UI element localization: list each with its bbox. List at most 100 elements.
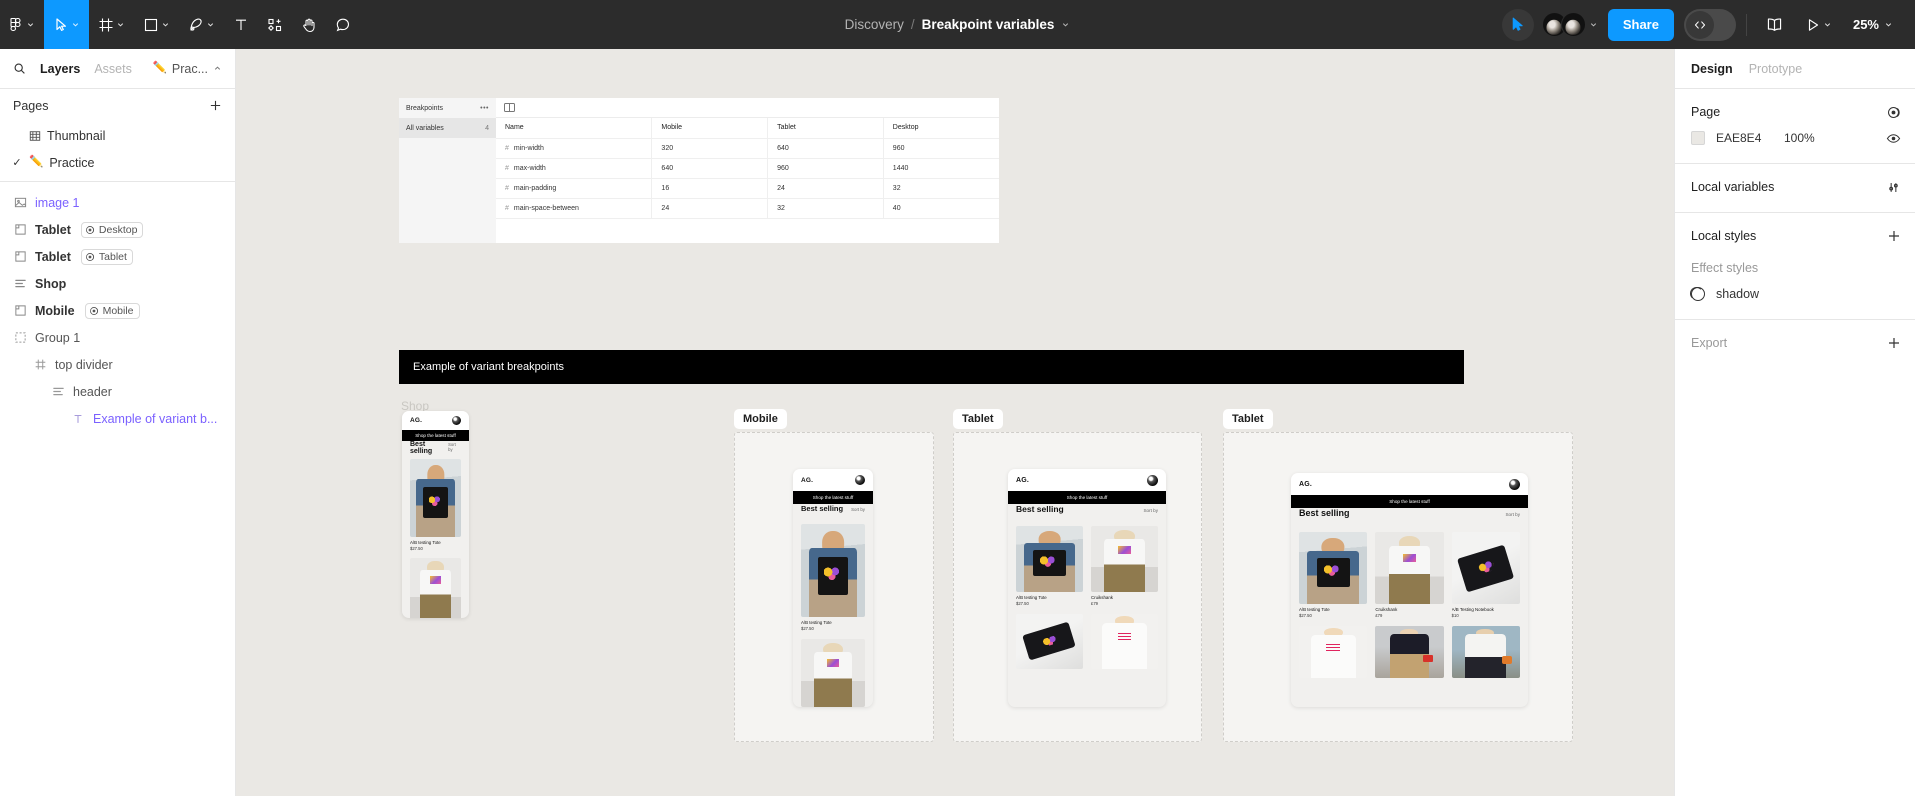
fill-hex-value[interactable]: EAE8E4 xyxy=(1716,131,1784,145)
variable-value-mobile[interactable]: 24 xyxy=(651,198,769,219)
chevron-down-icon[interactable] xyxy=(1061,20,1070,29)
layer-row[interactable]: Example of variant b... xyxy=(0,405,235,432)
chevron-down-icon[interactable] xyxy=(1589,20,1598,29)
layer-row[interactable]: Tablet Tablet xyxy=(0,243,235,270)
variable-value-desktop[interactable]: 40 xyxy=(883,198,999,219)
apply-variable-button[interactable] xyxy=(1886,105,1901,120)
zoom-level-button[interactable]: 25% xyxy=(1845,9,1901,41)
product-card[interactable]: A/B testing Tote $27.50 xyxy=(1016,526,1083,606)
fill-opacity-value[interactable]: 100% xyxy=(1784,131,1815,145)
main-menu-button[interactable] xyxy=(0,0,44,49)
library-button[interactable] xyxy=(1757,0,1792,49)
collection-header[interactable]: Breakpoints ••• xyxy=(399,98,496,118)
add-page-icon[interactable] xyxy=(209,99,222,112)
variable-value-mobile[interactable]: 16 xyxy=(651,178,769,199)
product-card[interactable] xyxy=(1091,613,1158,669)
fill-color-swatch[interactable] xyxy=(1691,131,1705,145)
tab-layers[interactable]: Layers xyxy=(40,62,80,76)
tab-assets[interactable]: Assets xyxy=(94,62,132,76)
share-button[interactable]: Share xyxy=(1607,8,1674,41)
layer-row[interactable]: image 1 xyxy=(0,189,235,216)
product-card[interactable] xyxy=(1451,625,1520,678)
local-variables-header[interactable]: Local variables xyxy=(1675,174,1915,200)
table-row[interactable]: # min-width 320 640 960 xyxy=(496,138,999,159)
collaborator-avatars[interactable] xyxy=(1538,12,1598,37)
table-row[interactable]: # main-padding 16 24 32 xyxy=(496,178,999,199)
breadcrumb-parent[interactable]: Discovery xyxy=(845,17,904,32)
breadcrumb-current[interactable]: Breakpoint variables xyxy=(922,17,1055,32)
layer-row[interactable]: Group 1 xyxy=(0,324,235,351)
sort-by-label[interactable]: Sort by xyxy=(1505,512,1520,517)
variable-value-desktop[interactable]: 32 xyxy=(883,178,999,199)
variable-value-tablet[interactable]: 32 xyxy=(767,198,884,219)
variable-value-desktop[interactable]: 1440 xyxy=(883,158,999,179)
variant-badge[interactable]: Tablet xyxy=(80,248,133,265)
variant-badge[interactable]: Mobile xyxy=(84,302,140,319)
product-card[interactable]: Cruikshank £79 xyxy=(1375,532,1444,618)
avatar[interactable] xyxy=(1560,12,1586,37)
design-canvas[interactable]: Breakpoints ••• All variables 4 Name Mob… xyxy=(236,49,1674,796)
toggle-fill-visibility-button[interactable] xyxy=(1886,131,1901,146)
frame-tool-button[interactable] xyxy=(89,0,134,49)
move-tool-button[interactable] xyxy=(44,0,89,49)
sort-by-label[interactable]: Sort by xyxy=(1143,508,1158,513)
variable-value-tablet[interactable]: 24 xyxy=(767,178,884,199)
layer-row[interactable]: Tablet Desktop xyxy=(0,216,235,243)
product-card[interactable]: Cruikshank £79 xyxy=(410,557,461,618)
shop-mockup-desktop[interactable]: AG. Shop the latest stuff Best selling S… xyxy=(1291,473,1528,707)
layer-row[interactable]: Shop xyxy=(0,270,235,297)
table-row[interactable]: # max-width 640 960 1440 xyxy=(496,158,999,179)
product-card[interactable] xyxy=(1016,613,1083,669)
product-card[interactable] xyxy=(1375,625,1444,678)
layer-row[interactable]: Mobile Mobile xyxy=(0,297,235,324)
collection-menu-icon[interactable]: ••• xyxy=(480,105,489,112)
shop-mockup-standalone[interactable]: AG. Shop the latest stuff Best selling S… xyxy=(402,411,469,618)
add-style-button[interactable] xyxy=(1887,229,1901,243)
variables-table-card[interactable]: Breakpoints ••• All variables 4 Name Mob… xyxy=(399,98,999,243)
product-card[interactable]: A/B Testing Notebook $10 xyxy=(1451,532,1520,618)
layer-row[interactable]: header xyxy=(0,378,235,405)
dev-mode-toggle[interactable] xyxy=(1683,8,1736,41)
sort-by-label[interactable]: Sort by xyxy=(851,507,865,512)
comment-tool-button[interactable] xyxy=(326,0,360,49)
frame-label-tablet-1[interactable]: Tablet xyxy=(953,409,1003,429)
page-fill-row[interactable]: EAE8E4 100% xyxy=(1675,125,1915,151)
shop-mockup-tablet[interactable]: AG. Shop the latest stuff Best selling S… xyxy=(1008,469,1166,707)
variables-group-all[interactable]: All variables 4 xyxy=(399,118,496,138)
product-card[interactable] xyxy=(801,638,865,707)
add-export-button[interactable] xyxy=(1887,336,1901,350)
example-banner[interactable]: Example of variant breakpoints xyxy=(399,350,1464,384)
resources-tool-button[interactable] xyxy=(258,0,292,49)
product-card[interactable]: Cruikshank £79 xyxy=(1091,526,1158,606)
table-row[interactable]: # main-space-between 24 32 40 xyxy=(496,198,999,219)
present-button[interactable] xyxy=(1796,0,1841,49)
shape-tool-button[interactable] xyxy=(134,0,179,49)
shop-mockup-mobile[interactable]: AG. Shop the latest stuff Best selling S… xyxy=(793,469,873,707)
search-icon[interactable] xyxy=(13,62,26,75)
variable-value-tablet[interactable]: 640 xyxy=(767,138,884,159)
layer-row[interactable]: top divider xyxy=(0,351,235,378)
cursor-presence-button[interactable] xyxy=(1501,8,1534,41)
variant-badge[interactable]: Desktop xyxy=(80,221,144,238)
file-name-button[interactable]: ✏️ Prac... xyxy=(153,62,222,76)
page-item-thumbnail[interactable]: Thumbnail xyxy=(0,122,235,149)
product-card[interactable]: A/B testing Tote $27.50 xyxy=(801,524,865,631)
variable-value-mobile[interactable]: 320 xyxy=(651,138,769,159)
pen-tool-button[interactable] xyxy=(179,0,224,49)
variable-value-desktop[interactable]: 960 xyxy=(883,138,999,159)
product-card[interactable] xyxy=(1299,625,1368,678)
panel-toggle-icon[interactable] xyxy=(504,103,515,112)
hand-tool-button[interactable] xyxy=(292,0,326,49)
sort-by-label[interactable]: Sort by xyxy=(448,442,461,452)
tab-prototype[interactable]: Prototype xyxy=(1749,62,1803,76)
product-card[interactable]: A/B testing Tote $27.50 xyxy=(410,459,461,551)
text-tool-button[interactable] xyxy=(224,0,258,49)
open-variables-button[interactable] xyxy=(1886,180,1901,195)
page-item-practice[interactable]: ✓ ✏️ Practice xyxy=(0,149,235,176)
variable-value-tablet[interactable]: 960 xyxy=(767,158,884,179)
frame-label-mobile[interactable]: Mobile xyxy=(734,409,787,429)
frame-label-tablet-2[interactable]: Tablet xyxy=(1223,409,1273,429)
effect-style-item-shadow[interactable]: shadow xyxy=(1675,281,1915,307)
product-card[interactable]: A/B testing Tote $27.50 xyxy=(1299,532,1368,618)
tab-design[interactable]: Design xyxy=(1691,62,1733,76)
